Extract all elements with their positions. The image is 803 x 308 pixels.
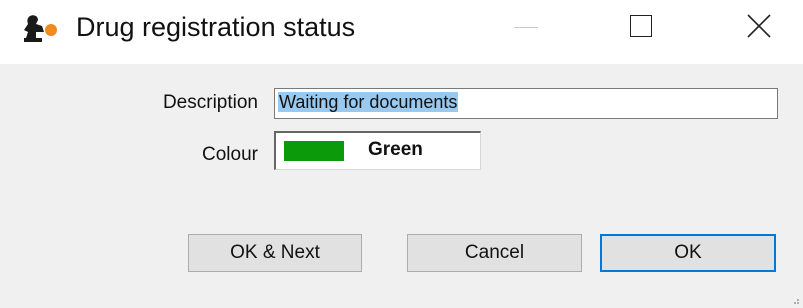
- maximize-icon: [630, 15, 652, 37]
- title-bar[interactable]: Drug registration status: [0, 0, 803, 60]
- colour-name: Green: [368, 139, 423, 160]
- minimize-icon: [514, 27, 538, 28]
- close-button[interactable]: [723, 0, 793, 56]
- dialog-body: Description Waiting for documents Colour…: [0, 64, 803, 308]
- colour-swatch: [284, 141, 344, 161]
- resize-grip-icon[interactable]: [790, 295, 800, 305]
- description-label: Description: [162, 92, 258, 113]
- cancel-button[interactable]: Cancel: [407, 234, 582, 272]
- app-logo-icon: [24, 15, 57, 42]
- dialog-window: Drug registration status Description Wai…: [0, 0, 803, 308]
- ok-button[interactable]: OK: [600, 234, 776, 272]
- ok-and-next-button[interactable]: OK & Next: [188, 234, 362, 272]
- colour-picker[interactable]: Green: [274, 131, 481, 170]
- minimize-button[interactable]: [490, 0, 560, 56]
- maximize-button[interactable]: [606, 0, 676, 56]
- description-value: Waiting for documents: [278, 92, 459, 112]
- colour-label: Colour: [202, 144, 258, 165]
- close-icon: [747, 14, 771, 38]
- description-input[interactable]: Waiting for documents: [274, 88, 778, 119]
- window-title: Drug registration status: [76, 12, 356, 42]
